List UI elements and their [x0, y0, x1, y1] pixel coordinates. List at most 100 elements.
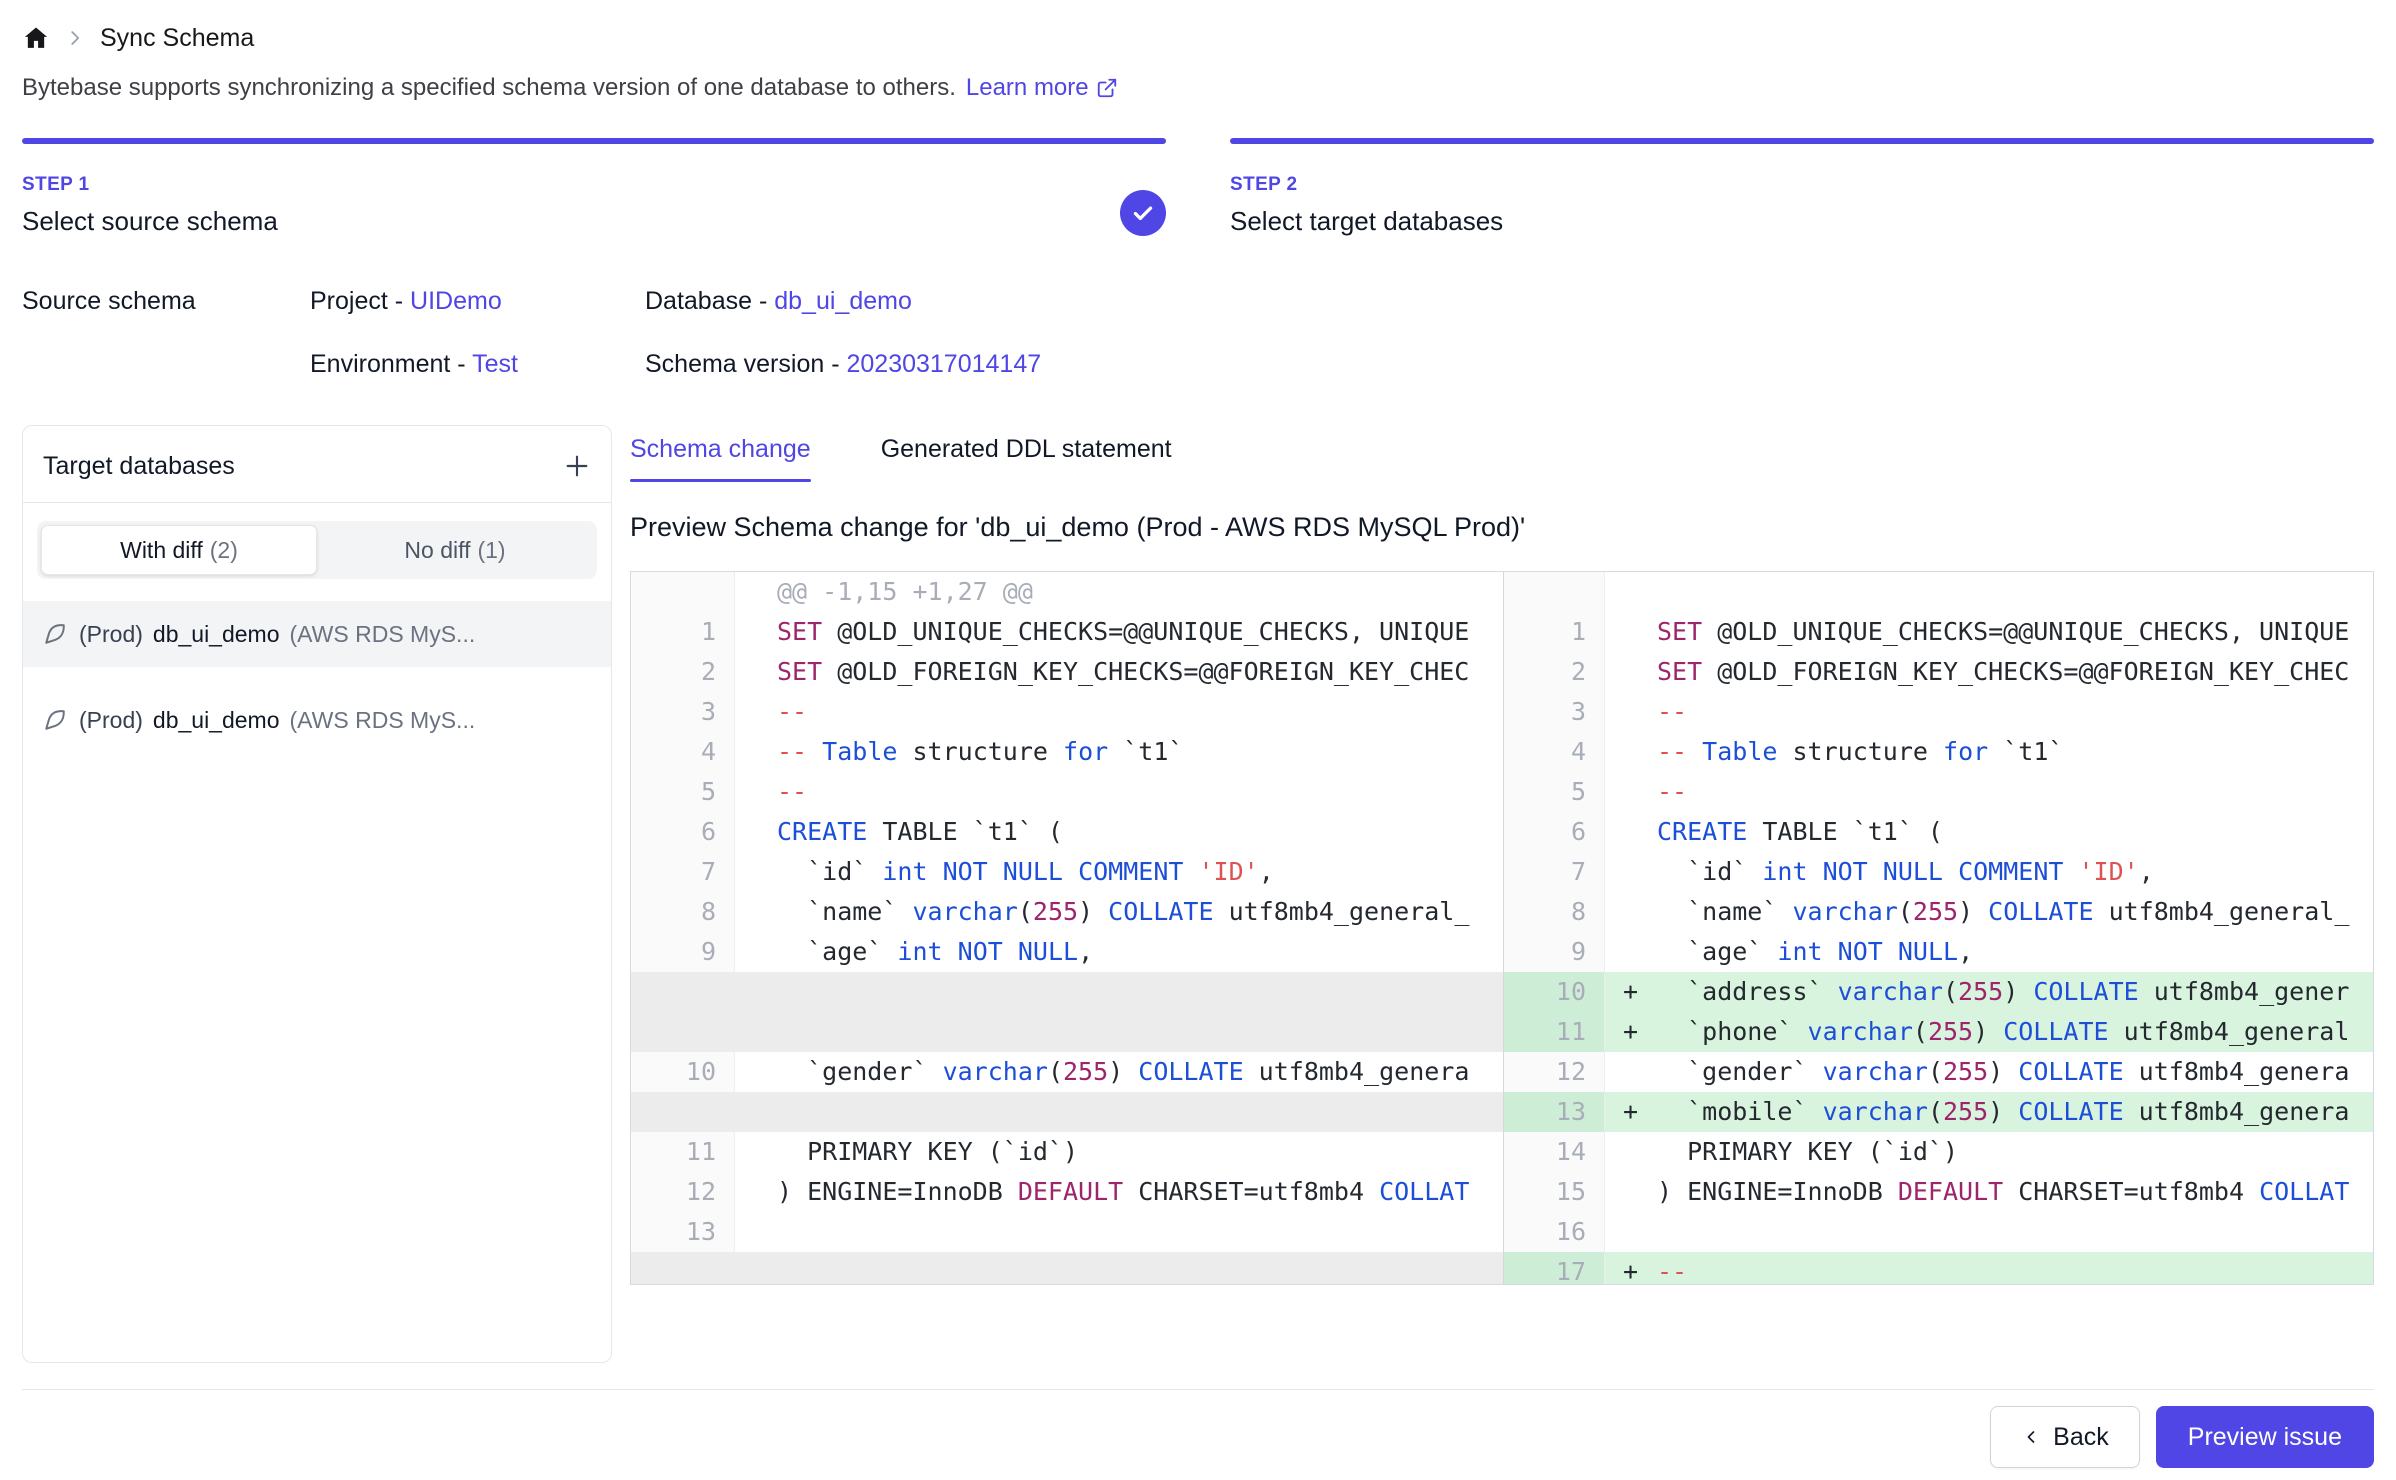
diff-marker-space: [1623, 1172, 1657, 1212]
home-icon[interactable]: [22, 24, 50, 52]
step-2-kicker: STEP 2: [1230, 174, 2374, 196]
source-field-value-link[interactable]: db_ui_demo: [774, 287, 912, 315]
tab-label: No diff: [404, 537, 470, 564]
diff-old-line-number: 10: [631, 1052, 735, 1092]
diff-old-line-number: 12: [631, 1172, 735, 1212]
diff-add-marker: +: [1623, 1012, 1657, 1052]
add-database-button[interactable]: [559, 448, 595, 484]
step-indicator: STEP 1 Select source schema STEP 2 Selec…: [22, 138, 2374, 237]
diff-new-line-number: 15: [1503, 1172, 1605, 1212]
database-engine-icon: [41, 706, 69, 734]
diff-old-line: PRIMARY KEY (`id`): [735, 1132, 1503, 1172]
diff-new-line: + `phone` varchar(255) COLLATE utf8mb4_g…: [1605, 1012, 2373, 1052]
diff-new-line-number: 12: [1503, 1052, 1605, 1092]
diff-marker-space: [1623, 572, 1657, 612]
source-schema-heading: Source schema: [22, 287, 310, 379]
diff-new-line: [1605, 1212, 2373, 1252]
source-field-value-link[interactable]: Test: [472, 350, 518, 378]
target-databases-panel: Target databases With diff(2)No diff(1) …: [22, 425, 612, 1363]
source-field-value-link[interactable]: 20230317014147: [846, 350, 1041, 378]
diff-old-line-number: 7: [631, 852, 735, 892]
preview-issue-button[interactable]: Preview issue: [2156, 1406, 2374, 1468]
source-field-project: Project - UIDemo: [310, 287, 645, 316]
diff-new-line-number: 6: [1503, 812, 1605, 852]
database-environment: (Prod): [79, 707, 143, 734]
diff-old-line: [735, 1092, 1503, 1132]
breadcrumb: Sync Schema: [22, 18, 2374, 58]
diff-new-line-number: 11: [1503, 1012, 1605, 1052]
diff-marker-space: [1623, 932, 1657, 972]
source-field-database: Database - db_ui_demo: [645, 287, 2374, 316]
step-2-progress-bar: [1230, 138, 2374, 144]
tab-generated-ddl-statement[interactable]: Generated DDL statement: [881, 431, 1172, 482]
diff-new-line-number: 8: [1503, 892, 1605, 932]
diff-old-line-number: 4: [631, 732, 735, 772]
source-field-schema-version: Schema version - 20230317014147: [645, 350, 2374, 379]
database-item-1[interactable]: (Prod)db_ui_demo(AWS RDS MyS...: [23, 687, 611, 753]
step-1-progress-bar: [22, 138, 1166, 144]
database-environment: (Prod): [79, 621, 143, 648]
database-instance: (AWS RDS MyS...: [290, 707, 476, 734]
step-1: STEP 1 Select source schema: [22, 138, 1166, 237]
footer-actions: Back Preview issue: [22, 1389, 2374, 1468]
diff-marker-space: [1623, 852, 1657, 892]
diff-old-line-number: 9: [631, 932, 735, 972]
schema-diff-viewer[interactable]: @@ -1,15 +1,27 @@ 1SET @OLD_UNIQUE_CHECK…: [630, 571, 2374, 1285]
diff-old-line-number: 1: [631, 612, 735, 652]
chevron-right-icon: [64, 27, 86, 49]
schema-preview-panel: Schema changeGenerated DDL statement Pre…: [630, 425, 2374, 1363]
database-item-0[interactable]: (Prod)db_ui_demo(AWS RDS MyS...: [23, 601, 611, 667]
source-field-label: Schema version -: [645, 350, 840, 378]
diff-marker-space: [1623, 612, 1657, 652]
diff-new-line-number: 10: [1503, 972, 1605, 1012]
tab-count: (2): [210, 537, 238, 564]
database-instance: (AWS RDS MyS...: [290, 621, 476, 648]
diff-new-line: --: [1605, 772, 2373, 812]
source-field-label: Project -: [310, 287, 403, 315]
database-list: (Prod)db_ui_demo(AWS RDS MyS... (Prod)db…: [23, 601, 611, 753]
diff-marker-space: [1623, 1132, 1657, 1172]
diff-new-line-number: 16: [1503, 1212, 1605, 1252]
back-button[interactable]: Back: [1990, 1406, 2140, 1468]
diff-old-line: `id` int NOT NULL COMMENT 'ID',: [735, 852, 1503, 892]
diff-old-line-number: 11: [631, 1132, 735, 1172]
preview-tabs: Schema change Generated DDL statement: [630, 431, 2374, 482]
database-engine-icon: [41, 620, 69, 648]
diff-old-line: @@ -1,15 +1,27 @@: [735, 572, 1503, 612]
diff-new-line-number: 17: [1503, 1252, 1605, 1285]
learn-more-link[interactable]: Learn more: [966, 74, 1118, 102]
diff-old-line-number: 3: [631, 692, 735, 732]
diff-new-line: + `mobile` varchar(255) COLLATE utf8mb4_…: [1605, 1092, 2373, 1132]
diff-add-marker: +: [1623, 1092, 1657, 1132]
diff-new-line: ) ENGINE=InnoDB DEFAULT CHARSET=utf8mb4 …: [1605, 1172, 2373, 1212]
diff-old-line: [735, 1212, 1503, 1252]
diff-new-line: `age` int NOT NULL,: [1605, 932, 2373, 972]
source-field-value-link[interactable]: UIDemo: [410, 287, 502, 315]
diff-old-line: --: [735, 692, 1503, 732]
external-link-icon: [1096, 77, 1118, 99]
diff-old-line-number: 5: [631, 772, 735, 812]
target-tab-with-diff[interactable]: With diff (2): [41, 525, 317, 575]
diff-new-line: `gender` varchar(255) COLLATE utf8mb4_ge…: [1605, 1052, 2373, 1092]
source-field-label: Database -: [645, 287, 767, 315]
diff-old-line: `gender` varchar(255) COLLATE utf8mb4_ge…: [735, 1052, 1503, 1092]
diff-marker-space: [1623, 772, 1657, 812]
diff-filter-tabs: With diff (2) No diff (1): [37, 521, 597, 579]
diff-old-line-number: 2: [631, 652, 735, 692]
page-title: Sync Schema: [100, 24, 254, 53]
target-panel-header: Target databases: [23, 426, 611, 503]
diff-new-line: -- Table structure for `t1`: [1605, 732, 2373, 772]
diff-new-line-number: 7: [1503, 852, 1605, 892]
tab-label: With diff: [120, 537, 203, 564]
diff-old-line-number: [631, 1252, 735, 1285]
diff-marker-space: [1623, 892, 1657, 932]
target-tab-no-diff[interactable]: No diff (1): [317, 525, 593, 575]
diff-old-line: SET @OLD_UNIQUE_CHECKS=@@UNIQUE_CHECKS, …: [735, 612, 1503, 652]
diff-marker-space: [1623, 1052, 1657, 1092]
tab-count: (1): [477, 537, 505, 564]
target-panel-title: Target databases: [43, 452, 235, 481]
step-1-label: Select source schema: [22, 206, 1166, 237]
diff-old-line: `age` int NOT NULL,: [735, 932, 1503, 972]
intro-section: Bytebase supports synchronizing a specif…: [22, 74, 2374, 102]
tab-schema-change[interactable]: Schema change: [630, 431, 811, 482]
